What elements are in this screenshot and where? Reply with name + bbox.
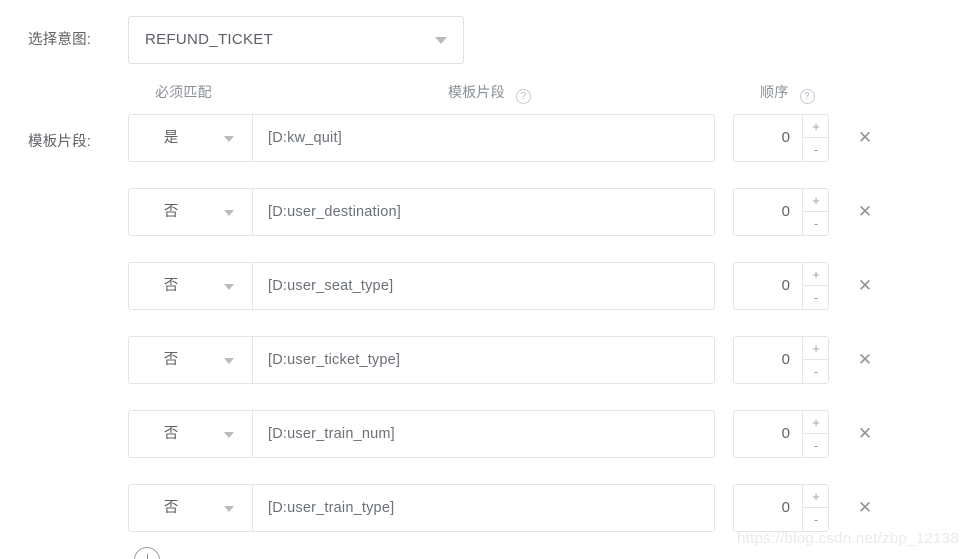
chevron-down-icon <box>224 210 234 216</box>
column-header-match-label: 必须匹配 <box>155 84 212 100</box>
chevron-down-icon <box>224 358 234 364</box>
order-stepper-buttons: + - <box>802 189 829 235</box>
chevron-down-icon <box>435 37 447 44</box>
template-input[interactable]: [D:user_destination] <box>254 189 714 235</box>
order-increment-button[interactable]: + <box>803 263 829 286</box>
template-input-value: [D:user_destination] <box>268 204 401 220</box>
intent-label: 选择意图: <box>28 32 92 48</box>
order-stepper-buttons: + - <box>802 485 829 531</box>
order-stepper-buttons: + - <box>802 337 829 383</box>
delete-row-button[interactable]: ✕ <box>853 336 877 384</box>
order-increment-button[interactable]: + <box>803 337 829 360</box>
help-icon-template[interactable]: ? <box>515 89 531 104</box>
match-select-value: 否 <box>163 500 179 516</box>
match-select-value: 是 <box>163 130 179 146</box>
order-stepper[interactable]: 0 + - <box>733 410 829 458</box>
order-decrement-button[interactable]: - <box>803 138 829 161</box>
template-input[interactable]: [D:user_seat_type] <box>254 263 714 309</box>
column-headers: 必须匹配 模板片段 ? 顺序 ? <box>0 82 965 108</box>
template-input[interactable]: [D:user_train_num] <box>254 411 714 457</box>
match-select[interactable]: 否 <box>129 263 253 309</box>
fragment-field-group: 否 [D:user_train_type] <box>128 484 715 532</box>
fragment-field-group: 否 [D:user_seat_type] <box>128 262 715 310</box>
template-input-value: [D:user_train_type] <box>268 500 395 516</box>
order-stepper[interactable]: 0 + - <box>733 188 829 236</box>
order-increment-button[interactable]: + <box>803 189 829 212</box>
template-input[interactable]: [D:kw_quit] <box>254 115 714 161</box>
order-stepper-value[interactable]: 0 <box>734 411 802 457</box>
order-increment-button[interactable]: + <box>803 411 829 434</box>
match-select[interactable]: 否 <box>129 485 253 531</box>
order-increment-button[interactable]: + <box>803 115 829 138</box>
order-decrement-button[interactable]: - <box>803 286 829 309</box>
template-input-value: [D:kw_quit] <box>268 130 342 146</box>
order-stepper-value[interactable]: 0 <box>734 189 802 235</box>
order-stepper[interactable]: 0 + - <box>733 336 829 384</box>
chevron-down-icon <box>224 136 234 142</box>
template-input-value: [D:user_ticket_type] <box>268 352 401 368</box>
order-decrement-button[interactable]: - <box>803 434 829 457</box>
chevron-down-icon <box>224 506 234 512</box>
intent-template-editor: 选择意图: REFUND_TICKET 必须匹配 模板片段 ? 顺序 ? 模板片… <box>0 0 965 559</box>
match-select[interactable]: 否 <box>129 411 253 457</box>
order-stepper-value[interactable]: 0 <box>734 263 802 309</box>
add-row-button[interactable] <box>134 547 160 559</box>
match-select[interactable]: 否 <box>129 189 253 235</box>
table-row: 否 [D:user_train_num] 0 + - ✕ <box>0 410 965 458</box>
table-row: 否 [D:user_seat_type] 0 + - ✕ <box>0 262 965 310</box>
order-stepper-value[interactable]: 0 <box>734 115 802 161</box>
delete-row-button[interactable]: ✕ <box>853 262 877 310</box>
template-input[interactable]: [D:user_ticket_type] <box>254 337 714 383</box>
order-increment-button[interactable]: + <box>803 485 829 508</box>
intent-select-value: REFUND_TICKET <box>145 31 274 48</box>
match-select[interactable]: 否 <box>129 337 253 383</box>
fragment-field-group: 否 [D:user_train_num] <box>128 410 715 458</box>
table-row: 否 [D:user_destination] 0 + - ✕ <box>0 188 965 236</box>
order-stepper-buttons: + - <box>802 263 829 309</box>
match-select-value: 否 <box>163 278 179 294</box>
order-stepper[interactable]: 0 + - <box>733 114 829 162</box>
match-select-value: 否 <box>163 426 179 442</box>
order-decrement-button[interactable]: - <box>803 212 829 235</box>
delete-row-button[interactable]: ✕ <box>853 410 877 458</box>
intent-select[interactable]: REFUND_TICKET <box>128 16 464 64</box>
chevron-down-icon <box>224 432 234 438</box>
delete-row-button[interactable]: ✕ <box>853 188 877 236</box>
template-input-value: [D:user_train_num] <box>268 426 395 442</box>
column-header-template: 模板片段 ? <box>448 82 531 104</box>
fragment-field-group: 否 [D:user_destination] <box>128 188 715 236</box>
watermark: https://blog.csdn.net/zbp_12138 <box>737 530 959 547</box>
order-stepper-value[interactable]: 0 <box>734 337 802 383</box>
order-stepper-buttons: + - <box>802 411 829 457</box>
chevron-down-icon <box>224 284 234 290</box>
match-select-value: 否 <box>163 352 179 368</box>
order-stepper[interactable]: 0 + - <box>733 262 829 310</box>
order-stepper-buttons: + - <box>802 115 829 161</box>
table-row: 是 [D:kw_quit] 0 + - ✕ <box>0 114 965 162</box>
column-header-template-label: 模板片段 <box>448 84 505 100</box>
plus-circle-icon-v <box>146 554 148 559</box>
fragment-field-group: 否 [D:user_ticket_type] <box>128 336 715 384</box>
order-decrement-button[interactable]: - <box>803 360 829 383</box>
order-stepper[interactable]: 0 + - <box>733 484 829 532</box>
match-select-value: 否 <box>163 204 179 220</box>
help-icon-order[interactable]: ? <box>799 89 815 104</box>
column-header-order-label: 顺序 <box>760 84 789 100</box>
match-select[interactable]: 是 <box>129 115 253 161</box>
column-header-match: 必须匹配 <box>155 82 212 102</box>
table-row: 否 [D:user_train_type] 0 + - ✕ <box>0 484 965 532</box>
delete-row-button[interactable]: ✕ <box>853 114 877 162</box>
delete-row-button[interactable]: ✕ <box>853 484 877 532</box>
template-input-value: [D:user_seat_type] <box>268 278 394 294</box>
template-input[interactable]: [D:user_train_type] <box>254 485 714 531</box>
intent-select-row: 选择意图: REFUND_TICKET <box>0 16 965 64</box>
column-header-order: 顺序 ? <box>760 82 815 104</box>
table-row: 否 [D:user_ticket_type] 0 + - ✕ <box>0 336 965 384</box>
order-decrement-button[interactable]: - <box>803 508 829 531</box>
order-stepper-value[interactable]: 0 <box>734 485 802 531</box>
fragment-field-group: 是 [D:kw_quit] <box>128 114 715 162</box>
